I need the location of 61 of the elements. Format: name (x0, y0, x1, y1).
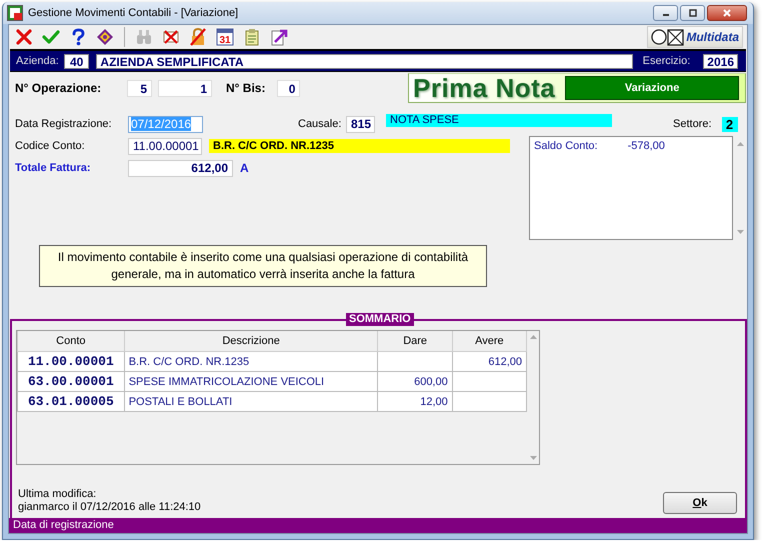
last-modified-text: Ultima modifica: gianmarco il 07/12/2016 alle 11:24:10 (18, 488, 201, 514)
sector-label: Settore: (673, 118, 712, 130)
document-arrow-icon[interactable] (270, 28, 288, 46)
logo-text: Multidata (686, 30, 739, 44)
ok-button[interactable]: Ok (663, 492, 737, 514)
clipboard-icon[interactable] (243, 28, 261, 46)
account-code-field[interactable]: 11.00.00001 (128, 138, 202, 154)
date-label: Data Registrazione: (15, 118, 113, 130)
book-icon[interactable] (96, 28, 114, 46)
app-icon (7, 5, 23, 21)
sector-field: 2 (722, 116, 738, 132)
balance-value: -578,00 (628, 140, 665, 152)
invoice-total-field[interactable]: 612,00 (128, 160, 233, 176)
summary-title: SOMMARIO (346, 313, 414, 326)
close-icon (722, 9, 732, 17)
mode-label: Variazione (565, 76, 739, 100)
company-name-field[interactable]: AZIENDA SEMPLIFICATA (96, 54, 633, 68)
account-description: B.R. C/C ORD. NR.1235 (209, 139, 510, 153)
causal-description: NOTA SPESE (386, 114, 612, 127)
column-header[interactable]: Conto (18, 331, 124, 352)
invoice-type-label: A (240, 161, 249, 175)
envelope-cross-icon[interactable] (162, 28, 180, 46)
cancel-icon[interactable] (15, 28, 33, 46)
close-button[interactable] (707, 5, 747, 21)
causal-label: Causale: (298, 118, 340, 130)
info-note: Il movimento contabile è inserito come una qualsiasi operazione di contabilità generale, ma in automatico verrà inserita anche la fattura (39, 245, 487, 287)
table-cell: 612,00 (452, 352, 526, 372)
balance-label: Saldo Conto: (534, 140, 598, 152)
maximize-icon (688, 9, 698, 17)
window-title: Gestione Movimenti Contabili - [Variazione] (28, 7, 240, 19)
check-icon[interactable] (42, 28, 60, 46)
table-cell: 12,00 (378, 392, 452, 412)
status-bar: Data di registrazione (9, 518, 747, 533)
table-cell: B.R. C/C ORD. NR.1235 (124, 352, 378, 372)
column-header[interactable]: Dare (378, 331, 452, 352)
column-header[interactable]: Avere (452, 331, 526, 352)
year-field[interactable]: 2016 (703, 54, 738, 68)
account-label: Codice Conto: (15, 140, 86, 152)
table-cell: POSTALI E BOLLATI (124, 392, 378, 412)
maximize-button[interactable] (680, 5, 705, 21)
table-cell: 11.00.00001 (18, 352, 124, 372)
bis-label: N° Bis: (226, 81, 266, 95)
invoice-total-label: Totale Fattura: (15, 162, 92, 174)
company-code-field[interactable]: 40 (64, 54, 90, 68)
bis-field[interactable]: 0 (277, 80, 300, 96)
causal-code-field[interactable]: 815 (346, 116, 375, 132)
padlock-slash-icon[interactable] (189, 28, 207, 46)
operation-sub-field[interactable]: 1 (158, 80, 212, 96)
banner-title: Prima Nota (413, 72, 556, 104)
table-cell: 600,00 (378, 372, 452, 392)
year-label: Esercizio: (642, 55, 690, 67)
table-cell: 63.01.00005 (18, 392, 124, 412)
company-label: Azienda: (16, 55, 59, 67)
minimize-button[interactable] (653, 5, 678, 21)
operation-number-field[interactable]: 5 (127, 80, 152, 96)
table-cell: SPESE IMMATRICOLAZIONE VEICOLI (124, 372, 378, 392)
operation-label: N° Operazione: (15, 81, 102, 95)
logo-icon (651, 28, 686, 46)
table-cell: 63.00.00001 (18, 372, 124, 392)
column-header[interactable]: Descrizione (124, 331, 378, 352)
calendar-icon[interactable]: 31 (216, 28, 234, 46)
